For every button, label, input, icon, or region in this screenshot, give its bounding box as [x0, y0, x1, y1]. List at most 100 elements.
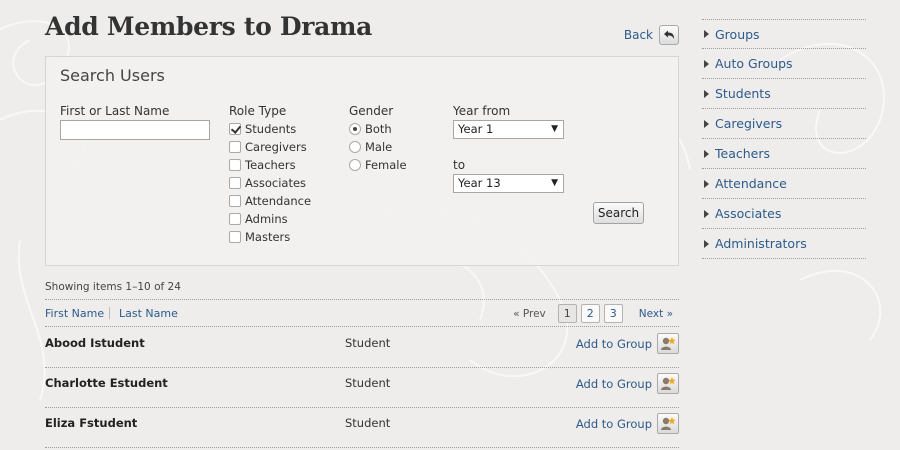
sidebar-item-groups[interactable]: Groups: [702, 19, 866, 49]
dropdown-arrow-icon: ▼: [551, 178, 558, 188]
year-to-value: Year 13: [458, 176, 501, 190]
gender-option-label: Female: [365, 158, 407, 172]
role-checkbox-admins[interactable]: Admins: [229, 212, 288, 226]
role-label: Admins: [245, 212, 288, 226]
back-label: Back: [623, 28, 653, 42]
checkbox-icon[interactable]: [229, 195, 241, 207]
member-role: Student: [345, 416, 391, 430]
search-button[interactable]: Search: [593, 202, 644, 224]
name-search-input[interactable]: [60, 120, 210, 140]
checkbox-icon[interactable]: [229, 177, 241, 189]
year-from-label: Year from: [453, 104, 511, 118]
year-to-label: to: [453, 158, 466, 172]
year-to-select[interactable]: Year 13 ▼: [453, 174, 564, 193]
sidebar-item-label: Teachers: [715, 146, 770, 161]
radio-icon[interactable]: [349, 141, 361, 153]
triangle-right-icon: [704, 59, 709, 68]
sidebar-item-administrators[interactable]: Administrators: [702, 229, 866, 259]
role-label: Students: [245, 122, 297, 136]
add-to-group-label: Add to Group: [575, 416, 652, 431]
add-to-group-button[interactable]: Add to Group: [576, 413, 679, 434]
role-label: Teachers: [245, 158, 296, 172]
role-label: Attendance: [245, 194, 312, 208]
main-content: Add Members to Drama Back Search Users F…: [45, 0, 679, 450]
dropdown-arrow-icon: ▼: [551, 124, 558, 134]
add-to-group-button[interactable]: Add to Group: [576, 333, 679, 354]
search-users-panel: Search Users First or Last Name Role Typ…: [45, 56, 679, 266]
checkbox-icon[interactable]: [229, 213, 241, 225]
gender-radio-both[interactable]: Both: [349, 122, 392, 136]
sidebar-item-label: Students: [715, 86, 771, 101]
triangle-right-icon: [704, 119, 709, 128]
add-member-icon: [657, 413, 679, 434]
page-title: Add Members to Drama: [45, 12, 373, 41]
triangle-right-icon: [704, 209, 709, 218]
gender-option-label: Both: [365, 122, 392, 136]
triangle-right-icon: [704, 89, 709, 98]
add-member-icon: [657, 333, 679, 354]
sidebar-item-label: Attendance: [715, 176, 787, 191]
add-to-group-label: Add to Group: [575, 376, 652, 391]
sidebar-item-label: Administrators: [715, 236, 807, 251]
sidebar-item-associates[interactable]: Associates: [702, 199, 866, 229]
member-role: Student: [345, 376, 391, 390]
sort-last-name-link[interactable]: Last Name: [119, 307, 178, 320]
sort-separator: [109, 307, 110, 319]
sidebar-item-label: Associates: [715, 206, 782, 221]
role-label: Caregivers: [245, 140, 307, 154]
role-checkbox-masters[interactable]: Masters: [229, 230, 290, 244]
back-button[interactable]: Back: [624, 25, 679, 45]
radio-icon[interactable]: [349, 123, 361, 135]
prev-page-link[interactable]: « Prev: [513, 308, 546, 320]
sort-first-name-link[interactable]: First Name: [45, 307, 104, 320]
result-count: Showing items 1–10 of 24: [45, 281, 181, 293]
add-to-group-button[interactable]: Add to Group: [576, 373, 679, 394]
sort-and-pagination-bar: First Name Last Name « Prev 1 2 3 Next »: [45, 304, 679, 326]
year-from-select[interactable]: Year 1 ▼: [453, 120, 564, 139]
search-panel-title: Search Users: [60, 66, 165, 85]
role-type-label: Role Type: [229, 104, 287, 118]
divider: [45, 447, 679, 448]
member-name: Charlotte Estudent: [45, 376, 168, 390]
member-row: Abood Istudent Student Add to Group: [45, 327, 679, 367]
role-checkbox-associates[interactable]: Associates: [229, 176, 306, 190]
role-label: Associates: [245, 176, 307, 190]
next-page-link[interactable]: Next »: [639, 308, 673, 320]
add-to-group-label: Add to Group: [575, 336, 652, 351]
name-field-label: First or Last Name: [60, 104, 170, 118]
triangle-right-icon: [704, 149, 709, 158]
checkbox-icon[interactable]: [229, 123, 241, 135]
triangle-right-icon: [704, 30, 709, 38]
pagination: « Prev 1 2 3 Next »: [513, 304, 673, 323]
sidebar-item-auto-groups[interactable]: Auto Groups: [702, 49, 866, 79]
sidebar-item-label: Auto Groups: [715, 56, 793, 71]
checkbox-icon[interactable]: [229, 141, 241, 153]
gender-radio-female[interactable]: Female: [349, 158, 407, 172]
checkbox-icon[interactable]: [229, 159, 241, 171]
radio-icon[interactable]: [349, 159, 361, 171]
divider: [45, 299, 679, 300]
sidebar-item-teachers[interactable]: Teachers: [702, 139, 866, 169]
gender-radio-male[interactable]: Male: [349, 140, 392, 154]
page-button-1[interactable]: 1: [557, 304, 577, 323]
role-checkbox-teachers[interactable]: Teachers: [229, 158, 296, 172]
sidebar-item-caregivers[interactable]: Caregivers: [702, 109, 866, 139]
role-checkbox-students[interactable]: Students: [229, 122, 296, 136]
member-row: Charlotte Estudent Student Add to Group: [45, 367, 679, 407]
gender-label: Gender: [349, 104, 394, 118]
page-button-2[interactable]: 2: [580, 304, 600, 323]
triangle-right-icon: [704, 179, 709, 188]
sidebar-nav: Groups Auto Groups Students Caregivers T…: [702, 19, 866, 259]
role-checkbox-caregivers[interactable]: Caregivers: [229, 140, 307, 154]
member-name: Eliza Fstudent: [45, 416, 138, 430]
sidebar-item-label: Groups: [715, 26, 760, 42]
page-button-3[interactable]: 3: [603, 304, 623, 323]
sidebar-item-label: Caregivers: [715, 116, 783, 131]
add-member-icon: [657, 373, 679, 394]
checkbox-icon[interactable]: [229, 231, 241, 243]
sidebar-item-attendance[interactable]: Attendance: [702, 169, 866, 199]
year-from-value: Year 1: [458, 122, 494, 136]
member-name: Abood Istudent: [45, 336, 145, 350]
role-checkbox-attendance[interactable]: Attendance: [229, 194, 311, 208]
sidebar-item-students[interactable]: Students: [702, 79, 866, 109]
